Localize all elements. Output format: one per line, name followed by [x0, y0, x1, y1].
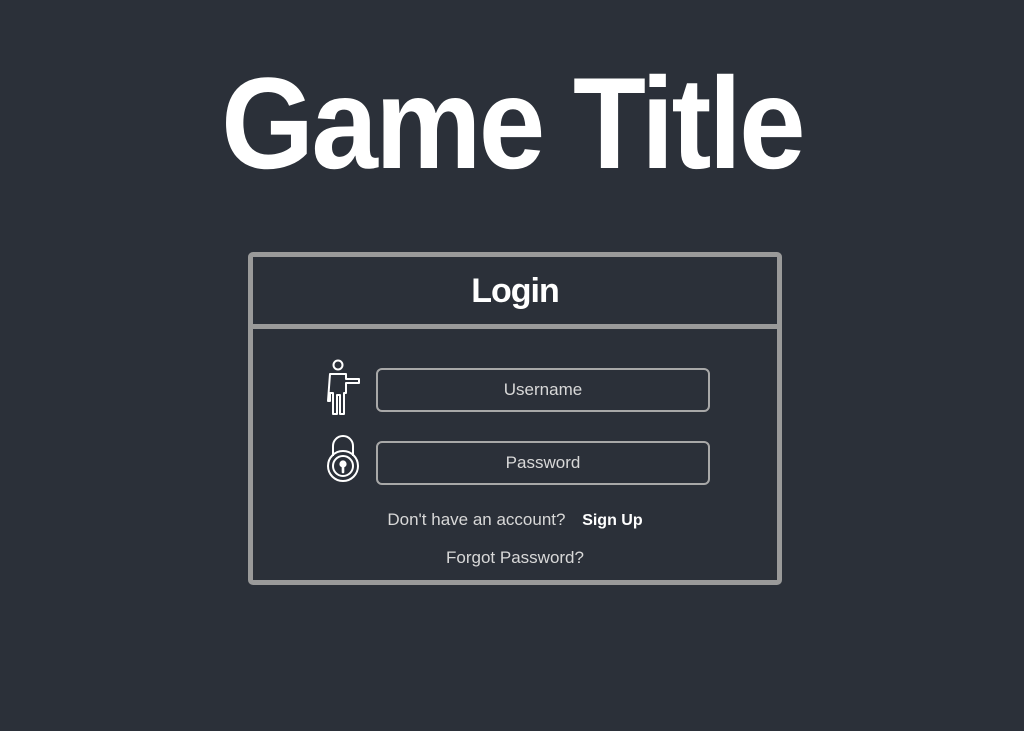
- padlock-icon: [317, 430, 365, 490]
- username-row: [253, 359, 777, 415]
- signup-prompt: Don't have an account?: [387, 510, 566, 529]
- login-panel: Login Username Don't have an account? Si…: [248, 252, 782, 585]
- password-input[interactable]: [376, 441, 710, 485]
- login-panel-header: Login: [253, 257, 777, 329]
- game-title: Game Title: [221, 50, 806, 196]
- login-screen: Game Title Login Username Don't have an …: [0, 0, 1024, 731]
- forgot-password-link[interactable]: Forgot Password?: [253, 546, 777, 570]
- signup-link[interactable]: Sign Up: [582, 512, 642, 529]
- person-pointing-icon: [317, 357, 365, 417]
- signup-line: Don't have an account? Sign Up: [253, 508, 777, 533]
- login-panel-title: Login: [471, 272, 560, 310]
- username-input[interactable]: [376, 368, 710, 412]
- password-row: [253, 435, 777, 485]
